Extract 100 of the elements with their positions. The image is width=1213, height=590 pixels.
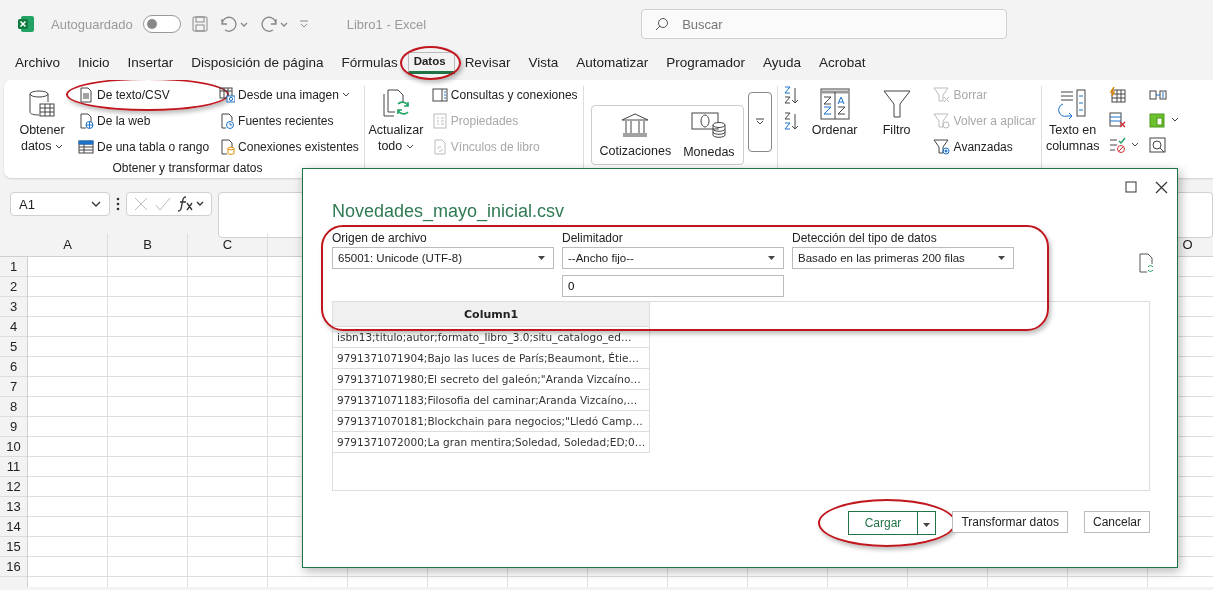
sort-ascending-icon — [782, 84, 799, 106]
file-origin-dropdown[interactable]: 65001: Unicode (UTF-8) — [332, 247, 554, 269]
dialog-button[interactable]: Transformar datos — [952, 511, 1068, 533]
sort-dialog-icon — [819, 88, 850, 120]
refresh-document-icon[interactable] — [1138, 253, 1154, 273]
row-header[interactable]: 7 — [0, 377, 27, 397]
menu-tab[interactable]: Ayuda — [755, 50, 810, 76]
ribbon-button[interactable]: De texto/CSV — [76, 82, 172, 108]
menu-tab[interactable]: Inicio — [70, 50, 118, 76]
name-box[interactable]: A1 — [10, 192, 110, 216]
ribbon-button[interactable]: Desde una imagen — [217, 82, 352, 108]
validation-icon — [1108, 137, 1127, 154]
row-header[interactable]: 14 — [0, 517, 27, 537]
row-header[interactable]: 10 — [0, 437, 27, 457]
row-header[interactable]: 13 — [0, 497, 27, 517]
table-cell: 9791371070181;Blockchain para negocios;"Lledó Camp… — [333, 410, 650, 432]
gallery-item[interactable]: Cotizaciones — [595, 106, 676, 164]
row-header[interactable]: 5 — [0, 337, 27, 357]
menu-tab[interactable]: Fórmulas — [333, 50, 406, 76]
width-field[interactable]: 0 — [562, 275, 784, 297]
row-header[interactable]: 16 — [0, 557, 27, 577]
table-cell: 9791371072000;La gran mentira;Soledad, Soledad;ED;0… — [333, 431, 650, 453]
flash-table-icon — [1108, 86, 1127, 103]
sort-descending-icon — [782, 110, 799, 132]
column-header: Column1 — [333, 302, 650, 327]
funnel-icon — [881, 88, 912, 120]
row-header[interactable]: 11 — [0, 457, 27, 477]
panel-icon — [431, 87, 448, 103]
search-field[interactable]: Buscar — [641, 9, 1008, 39]
check-icon[interactable] — [155, 196, 171, 212]
redo-icon[interactable] — [258, 15, 289, 33]
more-button[interactable] — [747, 92, 772, 152]
menu-tab[interactable]: Datos — [407, 52, 455, 74]
row-header[interactable]: 4 — [0, 317, 27, 337]
gallery-item[interactable]: Monedas — [679, 106, 739, 164]
funnel-gear-icon — [932, 139, 951, 155]
dropdown-arrow-icon — [923, 523, 931, 527]
ribbon-button[interactable]: Texto en columnas — [1044, 82, 1101, 154]
expand-icon — [754, 118, 765, 126]
dropdown-arrow-icon — [768, 256, 775, 260]
link-document-icon — [431, 139, 448, 155]
field-label: Origen de archivo — [332, 231, 428, 245]
menu-tab[interactable]: Programador — [658, 50, 753, 76]
row-header[interactable]: 9 — [0, 417, 27, 437]
row-header[interactable]: 12 — [0, 477, 27, 497]
money-coins-icon — [690, 111, 727, 139]
dialog-button[interactable]: Cancelar — [1083, 511, 1150, 533]
remove-duplicates-icon — [1108, 112, 1127, 128]
text-to-columns-icon — [1056, 88, 1089, 120]
ribbon-button[interactable]: De una tabla o rango — [76, 134, 212, 160]
menu-tab[interactable]: Automatizar — [568, 50, 657, 76]
web-page-icon — [78, 113, 94, 129]
clock-document-icon — [219, 113, 236, 129]
ribbon-button[interactable]: Obtener datos — [14, 82, 70, 154]
column-header[interactable]: A — [28, 234, 108, 256]
spreadsheet-app-icon — [17, 15, 35, 33]
table-cell: isbn13;titulo;autor;formato_libro_3.0;situ_catalogo_ed… — [333, 326, 650, 348]
ribbon-button[interactable]: Ordenar — [806, 82, 863, 138]
autosave-toggle[interactable] — [142, 15, 181, 33]
cancel-icon[interactable] — [133, 196, 149, 212]
ribbon-button[interactable]: De la web — [76, 108, 153, 134]
document-icon — [78, 87, 94, 103]
menu-tab[interactable]: Acrobat — [811, 50, 874, 76]
menu-tab[interactable]: Revisar — [456, 50, 519, 76]
funnel-clear-icon — [932, 87, 951, 103]
field-label: Detección del tipo de datos — [792, 231, 938, 245]
close-icon[interactable] — [1155, 180, 1168, 194]
row-header[interactable]: 8 — [0, 397, 27, 417]
type-detection-dropdown[interactable]: Basado en las primeras 200 filas — [792, 247, 1014, 269]
row-header[interactable]: 2 — [0, 277, 27, 297]
ribbon-button[interactable]: Conexiones existentes — [217, 134, 361, 160]
ribbon-button[interactable]: Fuentes recientes — [217, 108, 336, 134]
chevron-icon — [91, 201, 101, 207]
row-header[interactable]: 1 — [0, 257, 27, 277]
menu-tab[interactable]: Archivo — [7, 50, 68, 76]
menu-tab[interactable]: Insertar — [119, 50, 182, 76]
dialog-title: Novedades_mayo_inicial.csv — [332, 201, 565, 224]
ribbon-button[interactable]: Filtro — [868, 82, 925, 138]
row-header[interactable]: 15 — [0, 537, 27, 557]
properties-icon — [431, 113, 448, 129]
menu-tab[interactable]: Vista — [520, 50, 567, 76]
group-label: Obtener y transformar datos — [112, 161, 263, 175]
ribbon-button[interactable]: Consultas y conexiones — [429, 82, 580, 108]
undo-icon[interactable] — [218, 15, 249, 33]
maximize-icon[interactable] — [1125, 181, 1137, 193]
more-icon[interactable] — [116, 197, 120, 211]
database-table-icon — [26, 88, 58, 120]
magnifier-icon — [1148, 137, 1167, 154]
column-header[interactable]: B — [108, 234, 188, 256]
save-icon[interactable] — [190, 15, 209, 33]
menu-tab[interactable]: Disposición de página — [183, 50, 332, 76]
delimiter-dropdown[interactable]: --Ancho fijo-- — [562, 247, 784, 269]
column-header[interactable]: C — [188, 234, 268, 256]
ribbon-button[interactable]: Avanzadas — [930, 134, 1015, 160]
ribbon-button[interactable]: Actualizar todo — [367, 82, 424, 154]
row-header[interactable]: 3 — [0, 297, 27, 317]
row-header[interactable]: 6 — [0, 357, 27, 377]
customize-icon[interactable] — [298, 19, 309, 29]
window-title: Libro1 - Excel — [346, 16, 427, 32]
field-label: Delimitador — [562, 231, 624, 245]
